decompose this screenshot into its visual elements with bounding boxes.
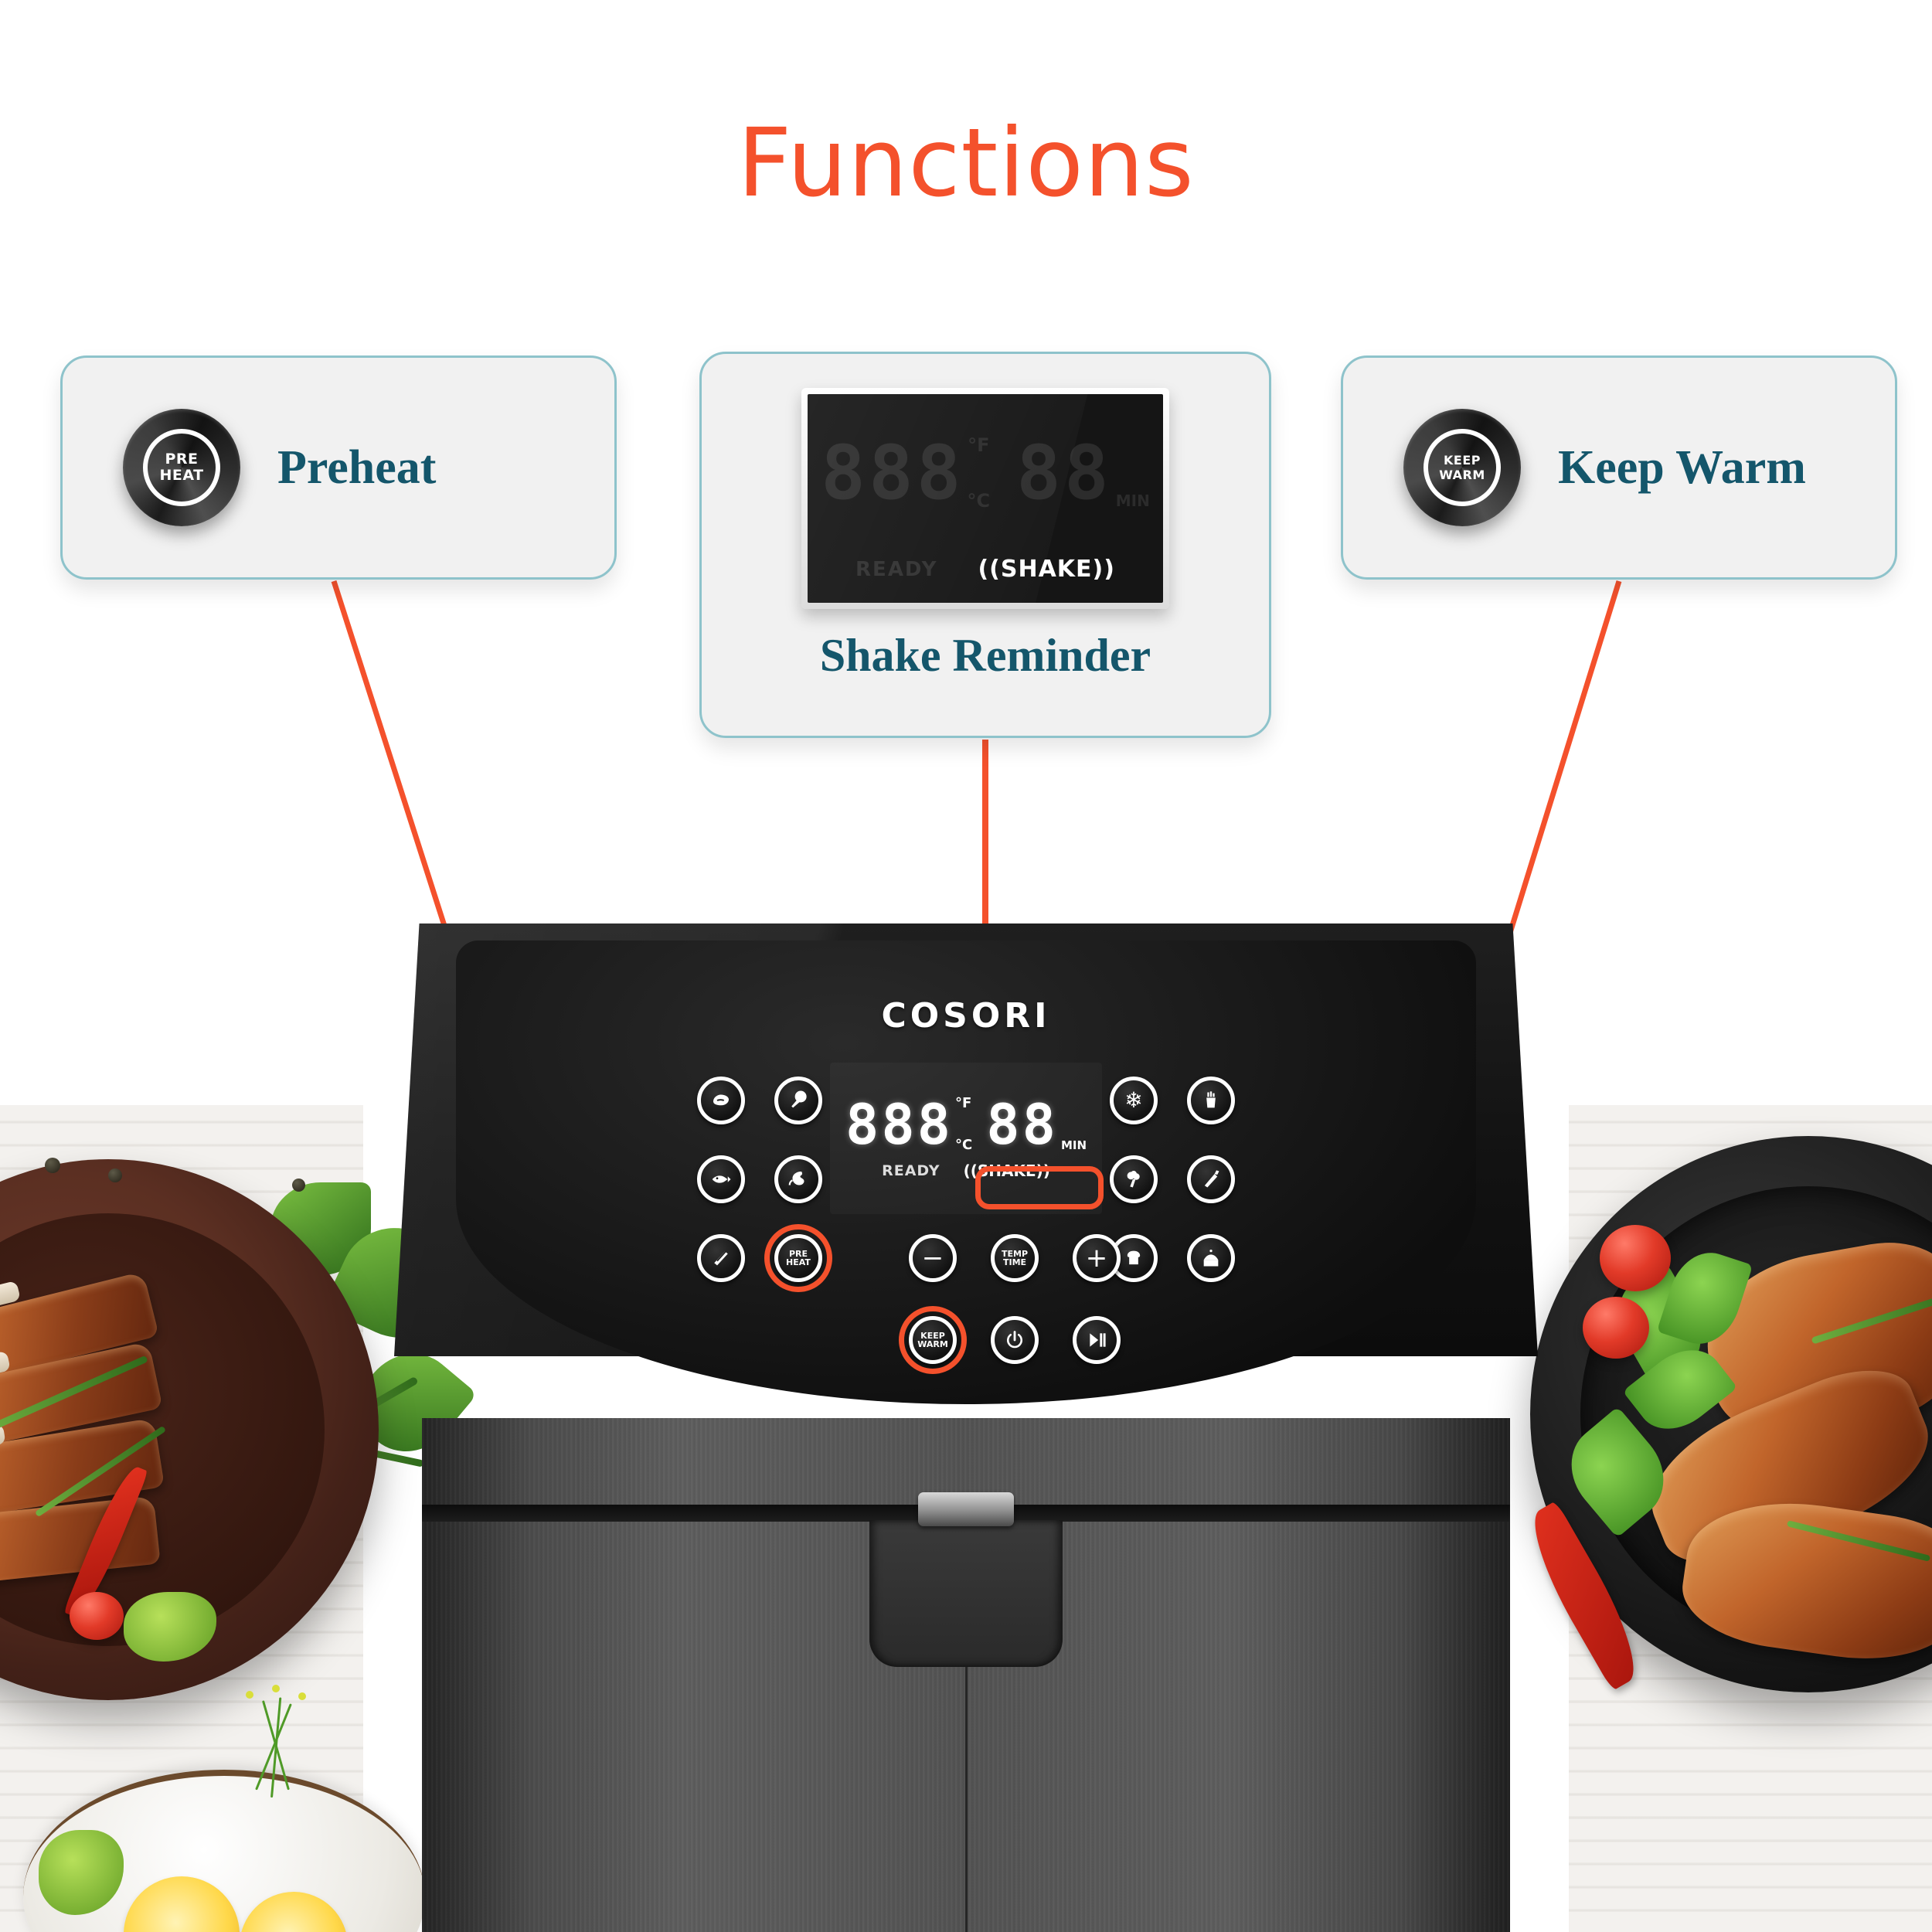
infographic-canvas: Functions COSORI 888 °F °C 88 MIN READY … <box>0 0 1932 1932</box>
power-icon <box>1004 1329 1026 1351</box>
preheat-knob-icon: PRE HEAT <box>123 409 240 526</box>
play-pause-icon <box>1087 1330 1107 1350</box>
minus-icon: − <box>921 1243 944 1274</box>
temperature-value: 888 <box>845 1092 954 1157</box>
fish-button[interactable] <box>697 1155 745 1203</box>
callout-shake-reminder: 888 °F °C 88 MIN READY ((SHAKE)) Shake R… <box>699 352 1271 738</box>
fries-icon <box>1200 1090 1222 1111</box>
broccoli-icon <box>1123 1168 1145 1190</box>
cherry-tomato <box>1600 1225 1671 1291</box>
fryer-body <box>422 1418 1510 1932</box>
bacon-button[interactable] <box>697 1234 745 1282</box>
chicken-button[interactable] <box>774 1077 822 1124</box>
bread-icon <box>1123 1247 1145 1269</box>
timer-unit: MIN <box>1060 1138 1087 1152</box>
root-veg-button[interactable] <box>1187 1155 1235 1203</box>
cake-icon <box>1200 1247 1222 1269</box>
keep-warm-knob-icon: KEEP WARM <box>1403 409 1521 526</box>
frozen-button[interactable]: ❄ <box>1110 1077 1158 1124</box>
cherry-tomato <box>1583 1297 1649 1359</box>
start-pause-button[interactable] <box>1073 1316 1121 1364</box>
callout-timer-unit: MIN <box>1115 492 1150 510</box>
fahrenheit-unit: °F <box>955 1095 972 1111</box>
callout-label-shake-reminder: Shake Reminder <box>819 630 1151 681</box>
keep-warm-button[interactable]: KEEP WARM <box>909 1316 957 1364</box>
lcd-display: 888 °F °C 88 MIN READY ((SHAKE)) <box>830 1063 1102 1214</box>
ready-indicator: READY <box>882 1162 940 1179</box>
callout-celsius-unit: °C <box>967 490 991 512</box>
plus-icon: + <box>1085 1243 1108 1274</box>
fish-icon <box>709 1168 733 1191</box>
root-vegetable-icon <box>1200 1168 1222 1190</box>
celsius-unit: °C <box>955 1137 973 1153</box>
callout-timer: 88 <box>1016 430 1112 516</box>
preheat-knob-line1: PRE <box>165 451 199 468</box>
drawer-handle-stem <box>869 1520 1063 1667</box>
seafood-button[interactable] <box>774 1155 822 1203</box>
shake-indicator: ((SHAKE)) <box>963 1162 1050 1180</box>
page-title: Functions <box>737 108 1195 218</box>
vegetables-button[interactable] <box>1110 1155 1158 1203</box>
increase-button[interactable]: + <box>1073 1234 1121 1282</box>
dessert-button[interactable] <box>1187 1234 1235 1282</box>
callout-label-preheat: Preheat <box>277 440 437 494</box>
bacon-icon <box>709 1247 733 1270</box>
preheat-button[interactable]: PRE HEAT <box>774 1234 822 1282</box>
preheat-knob-line2: HEAT <box>159 467 204 484</box>
callout-temperature: 888 <box>821 430 964 516</box>
control-panel: COSORI 888 °F °C 88 MIN READY ((SHAKE)) <box>456 940 1476 1404</box>
keep-warm-icon: KEEP WARM <box>917 1331 948 1349</box>
temp-time-button[interactable]: TEMP TIME <box>991 1234 1039 1282</box>
steak-icon <box>709 1089 733 1112</box>
snowflake-icon: ❄ <box>1124 1087 1143 1113</box>
fries-button[interactable] <box>1187 1077 1235 1124</box>
brand-logo: COSORI <box>881 996 1051 1036</box>
temp-time-icon: TEMP TIME <box>1001 1249 1029 1267</box>
drawer-handle[interactable] <box>918 1492 1014 1526</box>
decrease-button[interactable]: − <box>909 1234 957 1282</box>
keep-warm-knob-line2: WARM <box>1439 468 1485 482</box>
shrimp-icon <box>787 1168 810 1191</box>
callout-preheat: PRE HEAT Preheat <box>60 355 617 580</box>
peppercorn <box>292 1179 305 1192</box>
callout-keep-warm: KEEP WARM Keep Warm <box>1341 355 1897 580</box>
keep-warm-knob-line1: KEEP <box>1444 453 1481 468</box>
lcd-display-icon: 888 °F °C 88 MIN READY ((SHAKE)) <box>801 388 1169 609</box>
callout-shake-indicator: ((SHAKE)) <box>978 556 1115 583</box>
peppercorn <box>45 1158 60 1173</box>
air-fryer: COSORI 888 °F °C 88 MIN READY ((SHAKE)) <box>394 923 1538 1932</box>
peppercorn <box>108 1168 122 1182</box>
callout-ready-indicator: READY <box>855 557 938 581</box>
timer-value: 88 <box>986 1092 1058 1157</box>
preheat-icon: PRE HEAT <box>786 1249 811 1267</box>
callout-fahrenheit-unit: °F <box>968 434 990 456</box>
power-button[interactable] <box>991 1316 1039 1364</box>
steak-button[interactable] <box>697 1077 745 1124</box>
drumstick-icon <box>787 1089 810 1112</box>
callout-label-keep-warm: Keep Warm <box>1558 440 1806 494</box>
